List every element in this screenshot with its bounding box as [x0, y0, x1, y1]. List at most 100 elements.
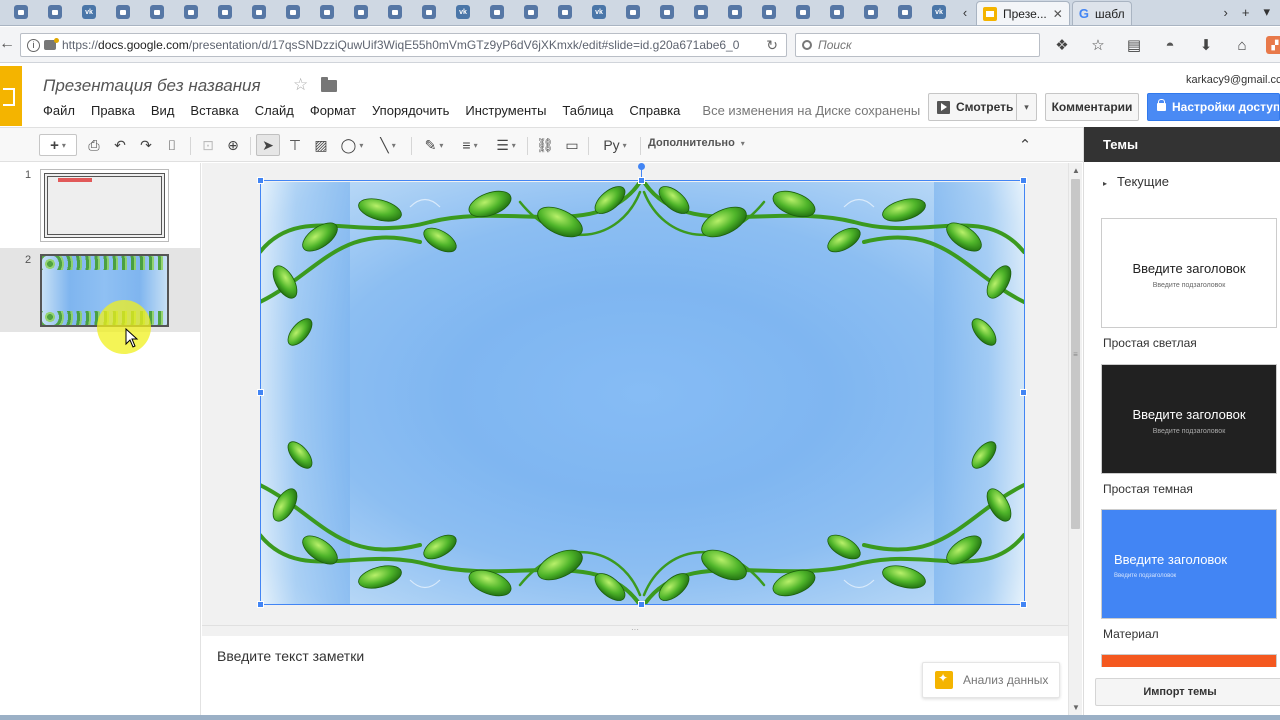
pinned-tab[interactable] — [718, 0, 752, 25]
more-button[interactable]: Дополнительно ▾ — [648, 137, 745, 149]
comment-icon[interactable]: ▭ — [561, 134, 583, 156]
pocket-icon[interactable]: ◓ — [1158, 33, 1182, 57]
theme-card-simple-dark[interactable]: Введите заголовок Введите подзаголовок — [1101, 364, 1277, 474]
pinned-tab[interactable] — [548, 0, 582, 25]
tab-scroll-left-button[interactable]: ‹ — [956, 0, 974, 25]
lock-icon[interactable] — [44, 38, 59, 50]
present-options-chevron-down-icon[interactable]: ▾ — [1017, 102, 1036, 113]
download-arrow-icon[interactable]: ⬇ — [1194, 33, 1218, 57]
theme-name[interactable]: Простая светлая — [1103, 336, 1197, 350]
pinned-tab[interactable] — [140, 0, 174, 25]
resize-handle-nw[interactable] — [257, 177, 264, 184]
comments-button[interactable]: Комментарии — [1045, 93, 1139, 121]
pinned-tab[interactable] — [344, 0, 378, 25]
menu-file[interactable]: Файл — [43, 103, 75, 118]
print-icon[interactable]: ⎙ — [84, 134, 104, 156]
extension-icon[interactable]: ❖ — [1050, 33, 1074, 57]
pinned-tab[interactable]: vk — [446, 0, 480, 25]
tab-presentation[interactable]: Презе... ✕ — [976, 1, 1070, 25]
notes-resize-handle[interactable]: ··· — [202, 625, 1068, 636]
pinned-tab[interactable] — [276, 0, 310, 25]
menu-edit[interactable]: Правка — [91, 103, 135, 118]
presentation-title[interactable]: Презентация без названия — [43, 76, 261, 96]
slide-canvas-area[interactable] — [202, 163, 1068, 625]
input-tools-chevron-down-icon[interactable]: ▾ — [623, 141, 627, 150]
theme-name[interactable]: Материал — [1103, 627, 1159, 641]
resize-handle-e[interactable] — [1020, 389, 1027, 396]
pinned-tab[interactable] — [174, 0, 208, 25]
border-weight-icon[interactable]: ≡ ▾ — [454, 134, 486, 156]
shape-icon[interactable]: ◯ ▾ — [335, 134, 369, 156]
tab-scroll-right-button[interactable]: › — [1224, 5, 1228, 20]
resize-handle-n[interactable] — [638, 177, 645, 184]
pinned-tab[interactable] — [38, 0, 72, 25]
scroll-up-arrow-icon[interactable]: ▲ — [1072, 166, 1080, 175]
pinned-tab[interactable] — [106, 0, 140, 25]
menu-table[interactable]: Таблица — [562, 103, 613, 118]
text-box-icon[interactable]: ⊤ — [284, 134, 306, 156]
new-slide-chevron-down-icon[interactable]: ▾ — [62, 141, 66, 150]
pinned-tab[interactable] — [752, 0, 786, 25]
slides-logo-icon[interactable] — [0, 66, 22, 126]
pinned-tab[interactable] — [208, 0, 242, 25]
pinned-tab[interactable] — [616, 0, 650, 25]
browser-search-input[interactable] — [818, 38, 1018, 52]
resize-handle-se[interactable] — [1020, 601, 1027, 608]
address-bar[interactable]: i https://docs.google.com/presentation/d… — [20, 33, 787, 57]
save-status[interactable]: Все изменения на Диске сохранены — [702, 103, 920, 118]
info-icon[interactable]: i — [27, 38, 40, 52]
resize-handle-s[interactable] — [638, 601, 645, 608]
resize-handle-sw[interactable] — [257, 601, 264, 608]
pinned-tab[interactable] — [310, 0, 344, 25]
shape-chevron-down-icon[interactable]: ▾ — [359, 141, 363, 150]
theme-card-material[interactable]: Введите заголовок Введите подзаголовок — [1101, 509, 1277, 619]
pinned-tab[interactable]: vk — [582, 0, 616, 25]
pinned-tab[interactable] — [480, 0, 514, 25]
tab-google-search[interactable]: G шабл — [1071, 1, 1132, 25]
reload-icon[interactable]: ↻ — [766, 37, 778, 54]
addon-icon[interactable]: ▞ — [1266, 36, 1280, 54]
zoom-icon[interactable]: ⊕ — [223, 134, 243, 156]
menu-format[interactable]: Формат — [310, 103, 356, 118]
fit-icon[interactable]: ⊡ — [198, 134, 218, 156]
border-weight-chevron-down-icon[interactable]: ▾ — [474, 141, 478, 150]
close-tab-icon[interactable]: ✕ — [1053, 7, 1063, 21]
present-main-button[interactable]: Смотреть — [929, 94, 1017, 120]
menu-insert[interactable]: Вставка — [190, 103, 238, 118]
slide-thumbnail-item[interactable]: 1 — [0, 163, 200, 247]
menu-view[interactable]: Вид — [151, 103, 175, 118]
theme-card-next[interactable] — [1101, 654, 1277, 667]
theme-name[interactable]: Простая темная — [1103, 482, 1193, 496]
bookmark-star-icon[interactable]: ☆ — [1086, 33, 1110, 57]
menu-slide[interactable]: Слайд — [255, 103, 294, 118]
border-color-chevron-down-icon[interactable]: ▾ — [439, 141, 443, 150]
themes-current-section[interactable]: ▸ Текущие — [1103, 174, 1169, 189]
rotate-handle[interactable] — [638, 163, 645, 170]
canvas-scrollbar[interactable]: ▲ ≡ ▼ — [1068, 163, 1082, 715]
image-icon[interactable]: ▨ — [310, 134, 332, 156]
pinned-tab[interactable] — [684, 0, 718, 25]
notes-placeholder[interactable]: Введите текст заметки — [217, 648, 364, 664]
input-tools-button[interactable]: Ру ▾ — [595, 134, 635, 156]
pinned-tab[interactable] — [650, 0, 684, 25]
user-email[interactable]: karkacy9@gmail.cc — [1186, 74, 1280, 86]
line-chevron-down-icon[interactable]: ▾ — [392, 141, 396, 150]
slide-background-image[interactable] — [260, 182, 1024, 605]
resize-handle-w[interactable] — [257, 389, 264, 396]
scroll-down-arrow-icon[interactable]: ▼ — [1072, 703, 1080, 712]
browser-search-box[interactable] — [795, 33, 1040, 57]
pinned-tab[interactable] — [786, 0, 820, 25]
folder-icon[interactable] — [321, 77, 337, 92]
tab-list-button[interactable]: ▾ — [1263, 4, 1270, 20]
border-dash-icon[interactable]: ☰ ▾ — [490, 134, 522, 156]
border-color-icon[interactable]: ✎ ▾ — [418, 134, 450, 156]
pinned-tab[interactable] — [412, 0, 446, 25]
pinned-tab[interactable] — [4, 0, 38, 25]
back-arrow-icon[interactable]: ← — [0, 35, 18, 53]
undo-icon[interactable]: ↶ — [110, 134, 130, 156]
link-icon[interactable]: ⛓ — [534, 134, 556, 156]
pinned-tab[interactable]: vk — [922, 0, 956, 25]
reading-list-icon[interactable]: ▤ — [1122, 33, 1146, 57]
theme-card-simple-light[interactable]: Введите заголовок Введите подзаголовок — [1101, 218, 1277, 328]
pinned-tab[interactable] — [888, 0, 922, 25]
